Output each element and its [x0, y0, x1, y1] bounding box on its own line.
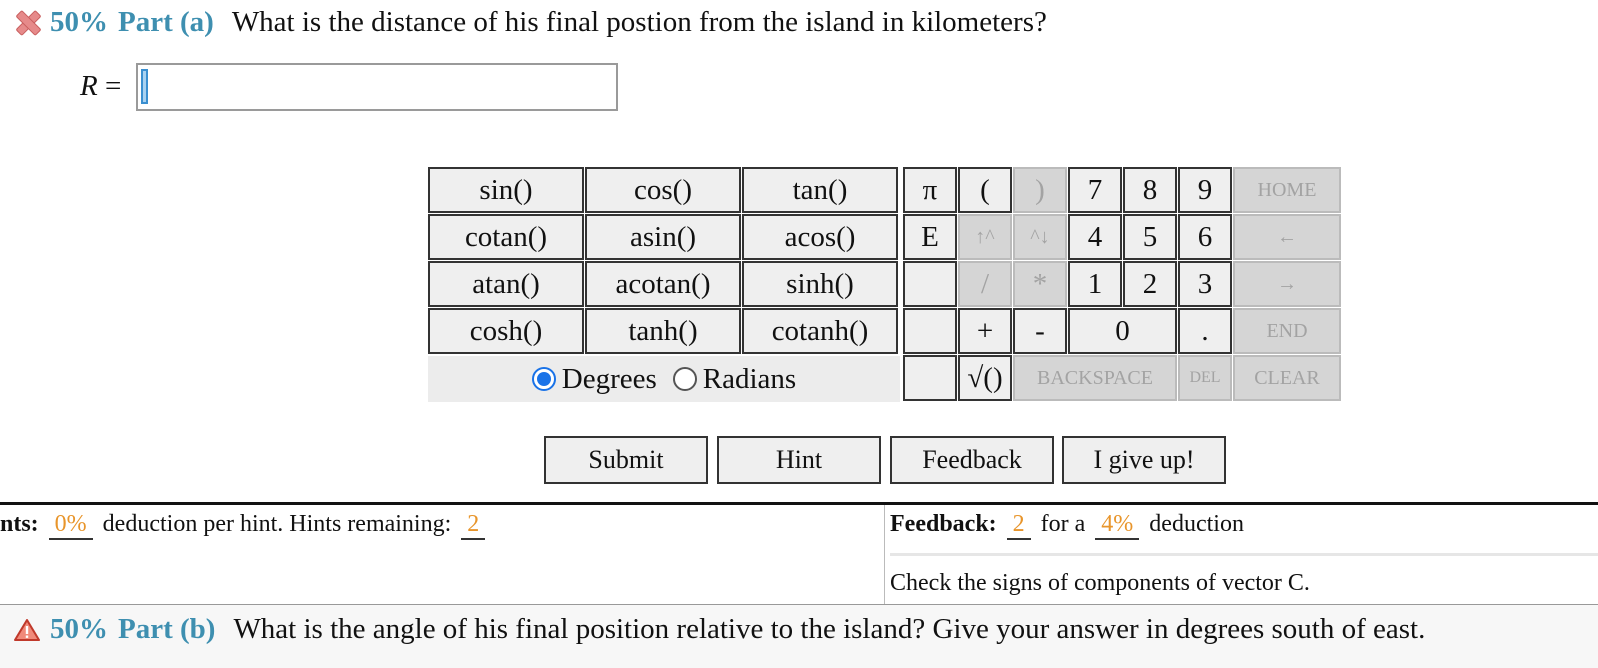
key-asin[interactable]: asin() — [585, 214, 741, 260]
key-blank-2 — [903, 308, 957, 354]
part-b-label: Part (b) — [118, 613, 216, 645]
key-0[interactable]: 0 — [1068, 308, 1177, 354]
key-2[interactable]: 2 — [1123, 261, 1177, 307]
feedback-text-2: deduction — [1149, 511, 1244, 537]
x-mark-icon — [14, 9, 40, 35]
key-cosh[interactable]: cosh() — [428, 308, 584, 354]
key-6[interactable]: 6 — [1178, 214, 1232, 260]
key-acotan[interactable]: acotan() — [585, 261, 741, 307]
key-5[interactable]: 5 — [1123, 214, 1177, 260]
key-tan[interactable]: tan() — [742, 167, 898, 213]
key-cos[interactable]: cos() — [585, 167, 741, 213]
hints-summary: nts: 0% deduction per hint. Hints remain… — [0, 511, 489, 540]
hint-button[interactable]: Hint — [717, 436, 881, 484]
hint-deduction-value: 0% — [48, 511, 93, 540]
hints-label: nts: — [0, 511, 39, 537]
feedback-message: Check the signs of components of vector … — [890, 570, 1310, 596]
radians-label: Radians — [702, 362, 797, 395]
key-pi[interactable]: π — [903, 167, 957, 213]
key-home[interactable]: HOME — [1233, 167, 1341, 213]
key-sin[interactable]: sin() — [428, 167, 584, 213]
answer-input[interactable] — [136, 63, 618, 111]
part-b-header[interactable]: 50% Part (b) What is the angle of his fi… — [0, 605, 1598, 668]
section-divider — [0, 502, 1598, 505]
text-caret — [141, 69, 148, 104]
answer-variable: R — [80, 70, 98, 102]
part-b-question: What is the angle of his final position … — [233, 613, 1426, 645]
key-backspace[interactable]: BACKSPACE — [1013, 355, 1177, 401]
part-a-label: Part (a) — [118, 5, 214, 38]
feedback-count-value: 2 — [1006, 511, 1031, 540]
key-del[interactable]: DEL — [1178, 355, 1232, 401]
hints-remaining-value: 2 — [461, 511, 486, 540]
hints-text: deduction per hint. Hints remaining: — [102, 511, 452, 537]
key-decimal[interactable]: . — [1178, 308, 1232, 354]
radio-radians[interactable] — [672, 367, 697, 391]
key-divide[interactable]: / — [958, 261, 1012, 307]
key-atan[interactable]: atan() — [428, 261, 584, 307]
radio-degrees[interactable] — [531, 367, 556, 391]
answer-equals: = — [104, 70, 122, 102]
key-8[interactable]: 8 — [1123, 167, 1177, 213]
key-plus[interactable]: + — [958, 308, 1012, 354]
key-7[interactable]: 7 — [1068, 167, 1122, 213]
key-left-arrow[interactable]: ← — [1233, 214, 1341, 260]
key-end[interactable]: END — [1233, 308, 1341, 354]
key-sqrt[interactable]: √() — [958, 355, 1012, 401]
key-multiply[interactable]: * — [1013, 261, 1067, 307]
key-tanh[interactable]: tanh() — [585, 308, 741, 354]
key-right-arrow[interactable]: → — [1233, 261, 1341, 307]
key-open-paren[interactable]: ( — [958, 167, 1012, 213]
degrees-label: Degrees — [561, 362, 657, 395]
key-close-paren[interactable]: ) — [1013, 167, 1067, 213]
give-up-button[interactable]: I give up! — [1062, 436, 1226, 484]
feedback-text-1: for a — [1040, 511, 1086, 537]
key-acos[interactable]: acos() — [742, 214, 898, 260]
feedback-button[interactable]: Feedback — [890, 436, 1054, 484]
key-power-up[interactable]: ↑^ — [958, 214, 1012, 260]
key-3[interactable]: 3 — [1178, 261, 1232, 307]
key-e[interactable]: E — [903, 214, 957, 260]
part-b-percent: 50% — [50, 613, 108, 645]
submit-button[interactable]: Submit — [544, 436, 708, 484]
feedback-summary: Feedback: 2 for a 4% deduction — [890, 511, 1244, 540]
key-minus[interactable]: - — [1013, 308, 1067, 354]
key-clear[interactable]: CLEAR — [1233, 355, 1341, 401]
key-9[interactable]: 9 — [1178, 167, 1232, 213]
feedback-deduction-value: 4% — [1095, 511, 1140, 540]
angle-mode-group: Degrees Radians — [428, 356, 900, 402]
key-4[interactable]: 4 — [1068, 214, 1122, 260]
key-sinh[interactable]: sinh() — [742, 261, 898, 307]
answer-label: R = — [80, 70, 121, 103]
key-blank-1 — [903, 261, 957, 307]
key-cotan[interactable]: cotan() — [428, 214, 584, 260]
column-divider — [884, 505, 885, 605]
key-1[interactable]: 1 — [1068, 261, 1122, 307]
feedback-label: Feedback: — [890, 511, 997, 537]
warning-icon — [14, 618, 40, 642]
key-cotanh[interactable]: cotanh() — [742, 308, 898, 354]
key-blank-3 — [903, 355, 957, 401]
part-a-question: What is the distance of his final postio… — [231, 5, 1047, 38]
feedback-divider — [890, 553, 1598, 556]
part-a-header: 50% Part (a) What is the distance of his… — [14, 4, 1047, 40]
key-power-down[interactable]: ^↓ — [1013, 214, 1067, 260]
part-a-percent: 50% — [50, 5, 108, 38]
